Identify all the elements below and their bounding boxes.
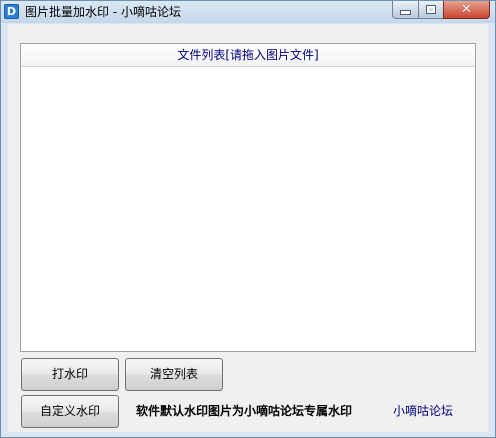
close-button[interactable]: ✕ bbox=[443, 1, 490, 19]
add-watermark-button[interactable]: 打水印 bbox=[21, 358, 119, 391]
clear-list-button[interactable]: 清空列表 bbox=[125, 358, 223, 391]
client-area: 文件列表[请拖入图片文件] 打水印 清空列表 自定义水印 软件默认水印图片为小嘀… bbox=[8, 24, 488, 432]
app-icon: D bbox=[4, 4, 19, 19]
minimize-button[interactable] bbox=[392, 1, 419, 19]
file-list[interactable]: 文件列表[请拖入图片文件] bbox=[20, 43, 476, 352]
forum-link[interactable]: 小嘀咕论坛 bbox=[393, 403, 453, 419]
custom-watermark-button[interactable]: 自定义水印 bbox=[21, 395, 119, 428]
file-list-header[interactable]: 文件列表[请拖入图片文件] bbox=[21, 44, 475, 67]
window-title: 图片批量加水印 - 小嘀咕论坛 bbox=[25, 5, 181, 19]
default-watermark-info: 软件默认水印图片为小嘀咕论坛专属水印 bbox=[136, 404, 353, 418]
minimize-icon bbox=[401, 11, 410, 14]
close-icon: ✕ bbox=[461, 2, 472, 17]
app-window: D 图片批量加水印 - 小嘀咕论坛 ✕ 文件列表[请拖入图片文件] 打水印 清空… bbox=[0, 0, 496, 438]
title-bar[interactable]: D 图片批量加水印 - 小嘀咕论坛 ✕ bbox=[1, 1, 495, 23]
maximize-button[interactable] bbox=[418, 1, 444, 19]
maximize-icon bbox=[427, 6, 435, 13]
